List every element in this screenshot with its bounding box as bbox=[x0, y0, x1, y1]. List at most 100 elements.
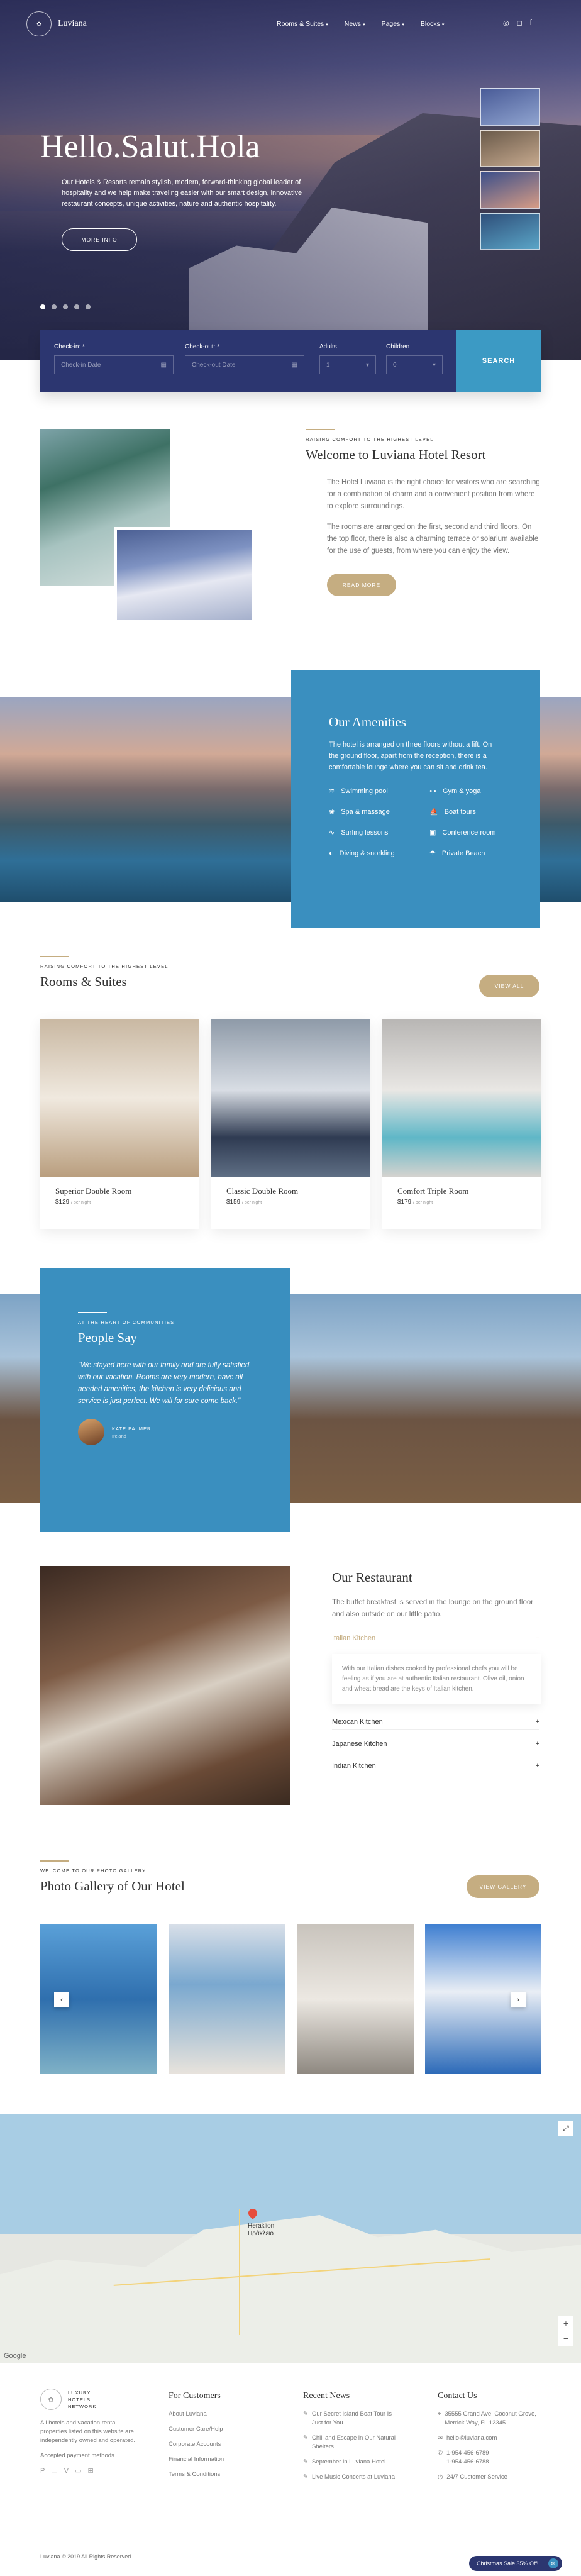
children-select[interactable]: 0 ▾ bbox=[386, 355, 443, 374]
brand-name[interactable]: Luviana bbox=[58, 19, 87, 29]
menu-item-rooms[interactable]: Rooms & Suites ▾ bbox=[277, 20, 328, 28]
room-image[interactable] bbox=[40, 1019, 199, 1177]
footer-link[interactable]: ✎ Live Music Concerts at Luviana bbox=[303, 2473, 404, 2482]
slider-dot[interactable] bbox=[40, 304, 45, 309]
footer-link[interactable]: Financial Information bbox=[169, 2455, 263, 2464]
room-card[interactable]: Classic Double Room $159 / per night bbox=[211, 1019, 370, 1229]
checkin-field[interactable]: Check-in Date ▦ bbox=[54, 355, 174, 374]
room-card[interactable]: Superior Double Room $129 / per night bbox=[40, 1019, 199, 1229]
conference-icon: ▣ bbox=[429, 829, 436, 836]
room-image[interactable] bbox=[382, 1019, 541, 1177]
hero-thumbnail[interactable] bbox=[480, 130, 540, 167]
slider-dot[interactable] bbox=[52, 304, 57, 309]
amenity-item: ◐ Diving & snorkling bbox=[329, 849, 395, 857]
hero-thumbnail[interactable] bbox=[480, 88, 540, 126]
footer-link[interactable]: ✎ Chill and Escape in Our Natural Shelter… bbox=[303, 2434, 404, 2451]
restaurant-image bbox=[40, 1566, 290, 1805]
plus-icon: + bbox=[535, 1762, 540, 1770]
zoom-out-icon[interactable]: − bbox=[563, 2333, 568, 2343]
footer-about-text: All hotels and vacation rental propertie… bbox=[40, 2419, 136, 2444]
hero-section: ✿ Luviana Rooms & Suites ▾ News ▾ Pages ▾ B… bbox=[0, 0, 581, 360]
sale-badge[interactable]: Christmas Sale 35% Off! ✉ bbox=[469, 2556, 562, 2571]
footer-link[interactable]: Customer Care/Help bbox=[169, 2425, 263, 2434]
surf-icon: ∿ bbox=[329, 829, 335, 836]
view-all-button[interactable]: VIEW ALL bbox=[479, 975, 540, 997]
room-name[interactable]: Classic Double Room bbox=[211, 1177, 370, 1196]
hero-thumbnails bbox=[480, 88, 540, 250]
chevron-down-icon: ▾ bbox=[365, 361, 369, 369]
logo[interactable]: ✿ bbox=[26, 11, 52, 36]
room-image[interactable] bbox=[211, 1019, 370, 1177]
more-info-button[interactable]: MORE INFO bbox=[62, 228, 137, 251]
adults-label: Adults bbox=[319, 343, 337, 350]
chevron-right-icon[interactable]: › bbox=[511, 1992, 526, 2007]
search-button[interactable]: SEARCH bbox=[456, 330, 541, 392]
chevron-left-icon[interactable]: ‹ bbox=[54, 1992, 69, 2007]
tripadvisor-icon[interactable]: ◎ bbox=[503, 19, 509, 27]
room-name[interactable]: Comfort Triple Room bbox=[382, 1177, 541, 1196]
footer-link[interactable]: ✎ Our Secret Island Boat Tour Is Just for… bbox=[303, 2410, 404, 2428]
read-more-button[interactable]: READ MORE bbox=[327, 574, 396, 596]
chevron-down-icon: ▾ bbox=[441, 23, 445, 27]
welcome-title: Welcome to Luviana Hotel Resort bbox=[306, 447, 486, 462]
view-gallery-button[interactable]: VIEW GALLERY bbox=[467, 1875, 540, 1898]
room-name[interactable]: Superior Double Room bbox=[40, 1177, 199, 1196]
instagram-icon[interactable]: ◻ bbox=[517, 19, 523, 27]
testimonial-role: Ireland bbox=[112, 1433, 126, 1439]
email-link[interactable]: hello@luviana.com bbox=[446, 2434, 497, 2443]
footer-heading: Contact Us bbox=[438, 2391, 477, 2401]
hero-thumbnail[interactable] bbox=[480, 171, 540, 209]
footer-heading: Recent News bbox=[303, 2391, 350, 2401]
welcome-eyebrow: RAISING COMFORT TO THE HIGHEST LEVEL bbox=[306, 436, 434, 442]
plus-icon: + bbox=[535, 1718, 540, 1726]
pool-icon: ≋ bbox=[329, 787, 335, 795]
accordion-item-open[interactable]: Italian Kitchen − bbox=[332, 1631, 540, 1646]
phone-link[interactable]: 1-954-456-6789 bbox=[446, 2450, 489, 2457]
calendar-icon: ▦ bbox=[291, 361, 297, 369]
adults-select[interactable]: 1 ▾ bbox=[319, 355, 376, 374]
footer-news: Recent News ✎ Our Secret Island Boat Tour… bbox=[303, 2391, 404, 2488]
hero-thumbnail[interactable] bbox=[480, 213, 540, 250]
santorini-image bbox=[114, 527, 254, 623]
address: 35555 Grand Ave. Coconut Grove, Merrick … bbox=[445, 2411, 536, 2426]
footer-link[interactable]: About Luviana bbox=[169, 2410, 263, 2419]
fullscreen-icon[interactable]: ⤢ bbox=[558, 2121, 573, 2136]
gallery-image[interactable] bbox=[297, 1924, 414, 2074]
slider-dot[interactable] bbox=[74, 304, 79, 309]
footer-link[interactable]: Corporate Accounts bbox=[169, 2440, 263, 2449]
restaurant-block: Our Restaurant The buffet breakfast is s… bbox=[332, 1570, 541, 1774]
zoom-in-icon[interactable]: + bbox=[563, 2318, 568, 2328]
dumbbell-icon: ⊶ bbox=[429, 787, 436, 795]
chevron-down-icon: ▾ bbox=[432, 361, 436, 369]
checkin-label: Check-in: * bbox=[54, 343, 85, 350]
chevron-down-icon: ▾ bbox=[326, 23, 328, 27]
chevron-down-icon: ▾ bbox=[363, 23, 365, 27]
hero-text: Our Hotels & Resorts remain stylish, mod… bbox=[62, 179, 302, 208]
slider-dots bbox=[40, 304, 91, 309]
link-icon: ✎ bbox=[303, 2473, 308, 2480]
room-card[interactable]: Comfort Triple Room $179 / per night bbox=[382, 1019, 541, 1229]
menu-item-news[interactable]: News ▾ bbox=[345, 20, 365, 28]
menu-item-pages[interactable]: Pages ▾ bbox=[382, 20, 404, 28]
checkout-field[interactable]: Check-out Date ▦ bbox=[185, 355, 304, 374]
main-menu: Rooms & Suites ▾ News ▾ Pages ▾ Blocks ▾ bbox=[277, 20, 444, 28]
minus-icon: − bbox=[535, 1635, 540, 1642]
welcome-paragraph: The rooms are arranged on the first, sec… bbox=[327, 523, 539, 555]
facebook-icon[interactable]: f bbox=[530, 19, 532, 27]
slider-dot[interactable] bbox=[86, 304, 91, 309]
phone-link[interactable]: 1-954-456-6788 bbox=[446, 2458, 489, 2465]
map[interactable]: Heraklion Ηράκλειο ⤢ + − Google bbox=[0, 2114, 581, 2363]
paypal-icon: P bbox=[40, 2467, 45, 2475]
menu-item-blocks[interactable]: Blocks ▾ bbox=[421, 20, 444, 28]
footer-link[interactable]: Terms & Conditions bbox=[169, 2470, 263, 2479]
gallery-image[interactable] bbox=[169, 1924, 285, 2074]
amenities-list: ≋ Swimming pool ⊶ Gym & yoga ❀ Spa & massag… bbox=[329, 787, 502, 858]
slider-dot[interactable] bbox=[63, 304, 68, 309]
footer-link[interactable]: ✎ September in Luviana Hotel bbox=[303, 2458, 404, 2467]
accordion-item[interactable]: Japanese Kitchen + bbox=[332, 1736, 540, 1752]
link-icon: ✎ bbox=[303, 2458, 308, 2465]
chevron-down-icon: ▾ bbox=[402, 23, 404, 27]
accordion-item[interactable]: Indian Kitchen + bbox=[332, 1758, 540, 1774]
plus-icon: + bbox=[535, 1740, 540, 1748]
accordion-item[interactable]: Mexican Kitchen + bbox=[332, 1714, 540, 1730]
